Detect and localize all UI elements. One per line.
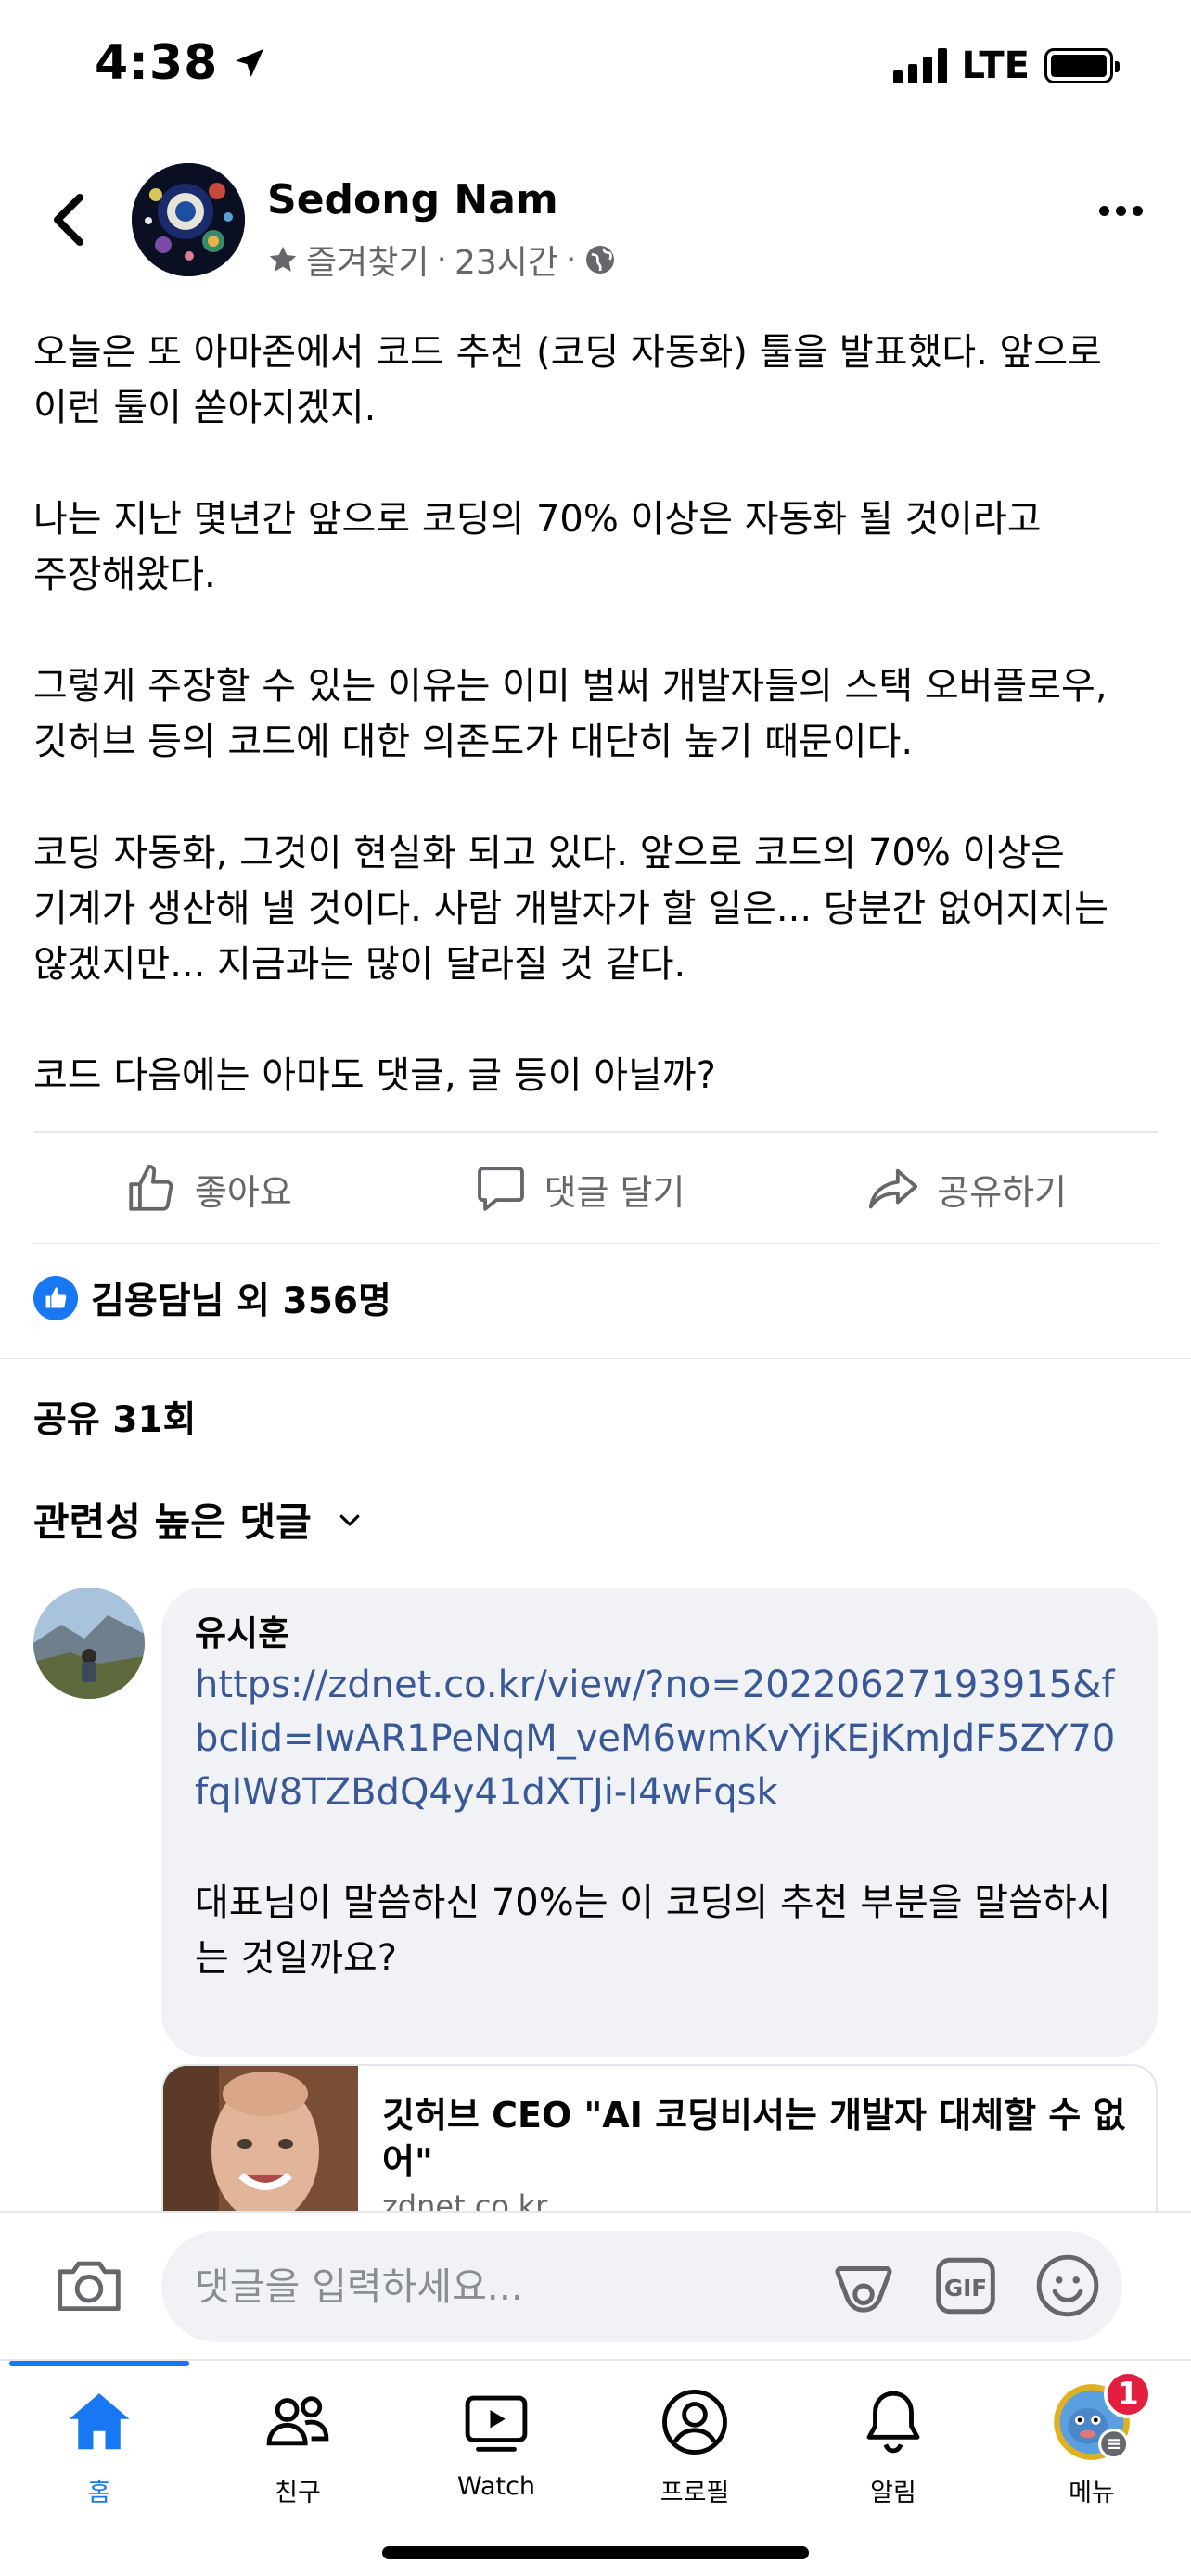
bottom-tab-bar: 홈 친구 Watch 프로필 알림 1 메뉴 (0, 2359, 1191, 2576)
tab-friends[interactable]: 친구 (198, 2378, 397, 2517)
like-reaction-icon (33, 1276, 78, 1320)
comment-label: 댓글 달기 (544, 1171, 685, 1213)
tab-watch[interactable]: Watch (397, 2378, 596, 2517)
tab-notifications[interactable]: 알림 (794, 2378, 992, 2517)
active-tab-indicator (9, 2361, 189, 2366)
comment-filter-label: 관련성 높은 댓글 (33, 1499, 312, 1545)
status-bar: 4:38 LTE (0, 0, 1191, 139)
reactions-summary[interactable]: 김용담님 외 356명 (33, 1272, 391, 1324)
comment-button[interactable]: 댓글 달기 (474, 1162, 685, 1216)
link-title: 깃허브 CEO "AI 코딩비서는 개발자 대체할 수 없어" (382, 2095, 1126, 2182)
section-divider (0, 1358, 1191, 1359)
link-preview-card[interactable]: 깃허브 CEO "AI 코딩비서는 개발자 대체할 수 없어" zdnet.co… (161, 2064, 1158, 2213)
comment-bubble[interactable]: 유시훈 https://zdnet.co.kr/view/?no=2022062… (161, 1588, 1158, 2057)
tab-label: Watch (456, 2472, 536, 2501)
post-meta: 즐겨찾기 · 23시간 · (267, 236, 617, 284)
tab-menu[interactable]: 1 메뉴 (992, 2370, 1191, 2517)
speech-bubble-icon (477, 1167, 524, 1211)
clock-text: 4:38 (95, 35, 219, 91)
share-arrow-icon (869, 1168, 918, 1209)
status-time: 4:38 (95, 35, 268, 91)
emoji-icon[interactable] (1033, 2251, 1102, 2320)
status-indicators: LTE (892, 45, 1120, 87)
network-type: LTE (961, 45, 1030, 87)
menu-notification-badge: 1 (1104, 2370, 1152, 2418)
author-name[interactable]: Sedong Nam (267, 176, 558, 223)
tab-label: 프로필 (660, 2479, 730, 2507)
friends-icon (266, 2396, 329, 2446)
chevron-down-icon (339, 1514, 360, 1526)
svg-text:GIF: GIF (944, 2275, 987, 2302)
post-body: 오늘은 또 아마존에서 코드 추천 (코딩 자동화) 툴을 발표했다. 앞으로 … (33, 331, 1108, 1097)
star-icon (269, 246, 297, 272)
chevron-left-icon (54, 194, 83, 246)
like-button[interactable]: 좋아요 (124, 1162, 292, 1216)
gif-icon[interactable]: GIF (931, 2251, 1000, 2320)
post-header: Sedong Nam 즐겨찾기 · 23시간 · (0, 159, 1191, 282)
home-indicator (382, 2546, 809, 2559)
comment-text: 대표님이 말씀하신 70%는 이 코딩의 추천 부분을 말씀하시는 것일까요? (195, 1881, 1111, 1980)
camera-button[interactable] (52, 2248, 126, 2322)
meta-separator: · (436, 240, 447, 279)
more-options-icon[interactable] (1099, 206, 1143, 216)
post-time[interactable]: 23시간 (455, 236, 558, 284)
reactions-text: 김용담님 외 356명 (91, 1281, 391, 1322)
battery-icon (1044, 48, 1120, 83)
back-button[interactable] (41, 187, 96, 252)
shares-count[interactable]: 공유 31회 (33, 1391, 197, 1443)
globe-icon (586, 246, 615, 274)
watch-icon (465, 2395, 528, 2452)
comment-filter-dropdown[interactable]: 관련성 높은 댓글 (33, 1491, 364, 1548)
location-arrow-icon (236, 49, 264, 77)
link-domain: zdnet.co.kr (382, 2188, 548, 2213)
commenter-avatar[interactable] (33, 1588, 145, 1699)
profile-icon (662, 2390, 727, 2455)
favorite-label: 즐겨찾기 (306, 244, 429, 282)
like-label: 좋아요 (194, 1171, 292, 1213)
tab-home[interactable]: 홈 (0, 2378, 198, 2517)
share-button[interactable]: 공유하기 (866, 1162, 1067, 1216)
home-icon (69, 2393, 130, 2450)
comment-link[interactable]: https://zdnet.co.kr/view/?no=20220627193… (195, 1658, 1124, 1819)
tab-label: 친구 (275, 2479, 321, 2507)
thumbs-up-icon (129, 1164, 173, 1211)
tab-label: 메뉴 (1069, 2479, 1115, 2507)
post-action-bar: 좋아요 댓글 달기 공유하기 (33, 1133, 1158, 1244)
divider (33, 1243, 1158, 1244)
share-label: 공유하기 (937, 1171, 1068, 1213)
tab-profile[interactable]: 프로필 (596, 2378, 794, 2517)
camera-icon (58, 2261, 121, 2312)
meta-separator: · (566, 240, 577, 279)
bell-icon (866, 2391, 920, 2454)
comment-author[interactable]: 유시훈 (195, 1612, 1124, 1656)
author-avatar[interactable] (132, 163, 245, 276)
tab-label: 홈 (87, 2479, 111, 2507)
comment-composer: GIF (0, 2211, 1191, 2359)
tab-label: 알림 (870, 2479, 916, 2507)
link-thumbnail (163, 2066, 358, 2213)
avatar-sticker-icon[interactable] (829, 2251, 898, 2320)
composer-icons: GIF (829, 2251, 1102, 2320)
cellular-signal-icon (892, 48, 947, 83)
